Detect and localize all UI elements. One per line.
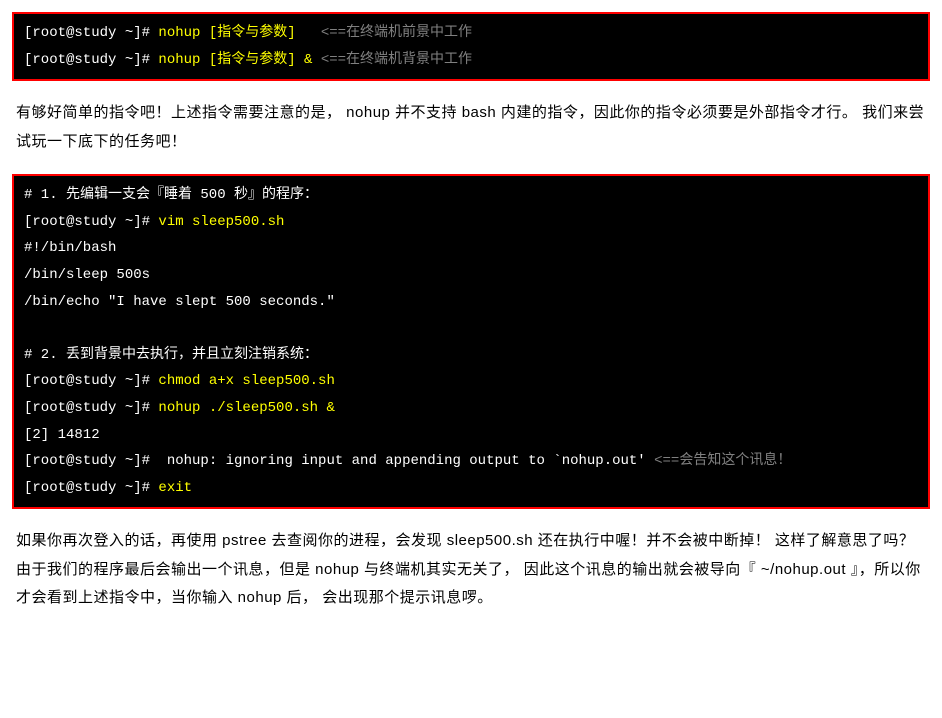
- prompt: [root@study ~]#: [24, 52, 158, 68]
- comment-line: # 2. 丢到背景中去执行，并且立刻注销系统：: [24, 342, 918, 369]
- prompt: [root@study ~]#: [24, 214, 158, 230]
- text: #!/bin/bash: [24, 240, 116, 256]
- text: [2] 14812: [24, 427, 100, 443]
- command: chmod a+x sleep500.sh: [158, 373, 334, 389]
- terminal-line: [root@study ~]# exit: [24, 475, 918, 502]
- comment: 会告知这个讯息！: [679, 453, 791, 469]
- text: /bin/echo "I have slept 500 seconds.": [24, 294, 335, 310]
- script-line: /bin/echo "I have slept 500 seconds.": [24, 289, 918, 316]
- text: # 2. 丢到背景中去执行，并且立刻注销系统：: [24, 347, 318, 363]
- comment-line: # 1. 先编辑一支会『睡着 500 秒』的程序：: [24, 182, 918, 209]
- text: /bin/sleep 500s: [24, 267, 150, 283]
- comment: 在终端机背景中工作: [346, 52, 472, 68]
- terminal-line: [root@study ~]# nohup: ignoring input an…: [24, 448, 918, 475]
- text: [24, 320, 32, 336]
- terminal-block-1: [root@study ~]# nohup [指令与参数] <==在终端机前景中…: [12, 12, 930, 81]
- prompt: [root@study ~]#: [24, 25, 158, 41]
- terminal-line: [root@study ~]# chmod a+x sleep500.sh: [24, 368, 918, 395]
- prompt: [root@study ~]#: [24, 400, 158, 416]
- terminal-line: [root@study ~]# vim sleep500.sh: [24, 209, 918, 236]
- command: nohup ./sleep500.sh &: [158, 400, 334, 416]
- output-line: [2] 14812: [24, 422, 918, 449]
- script-line: /bin/sleep 500s: [24, 262, 918, 289]
- command: vim sleep500.sh: [158, 214, 284, 230]
- paragraph-1: 有够好简单的指令吧！上述指令需要注意的是， nohup 并不支持 bash 内建…: [16, 99, 926, 156]
- terminal-line: [root@study ~]# nohup ./sleep500.sh &: [24, 395, 918, 422]
- script-line: #!/bin/bash: [24, 235, 918, 262]
- arrow: <==: [296, 25, 346, 41]
- prompt: [root@study ~]#: [24, 480, 158, 496]
- arrow: <==: [312, 52, 346, 68]
- terminal-line: [root@study ~]# nohup [指令与参数] <==在终端机前景中…: [24, 20, 918, 47]
- output: nohup: ignoring input and appending outp…: [167, 453, 646, 469]
- terminal-line: [root@study ~]# nohup [指令与参数] & <==在终端机背…: [24, 47, 918, 74]
- prompt: [root@study ~]#: [24, 373, 158, 389]
- comment: 在终端机前景中工作: [346, 25, 472, 41]
- command: exit: [158, 480, 192, 496]
- command: nohup [指令与参数] &: [158, 52, 312, 68]
- command: nohup [指令与参数]: [158, 25, 295, 41]
- text: # 1. 先编辑一支会『睡着 500 秒』的程序：: [24, 187, 318, 203]
- blank-line: [24, 315, 918, 342]
- terminal-block-2: # 1. 先编辑一支会『睡着 500 秒』的程序： [root@study ~]…: [12, 174, 930, 509]
- paragraph-2: 如果你再次登入的话，再使用 pstree 去查阅你的进程，会发现 sleep50…: [16, 527, 926, 613]
- arrow: <==: [646, 453, 680, 469]
- prompt: [root@study ~]#: [24, 453, 167, 469]
